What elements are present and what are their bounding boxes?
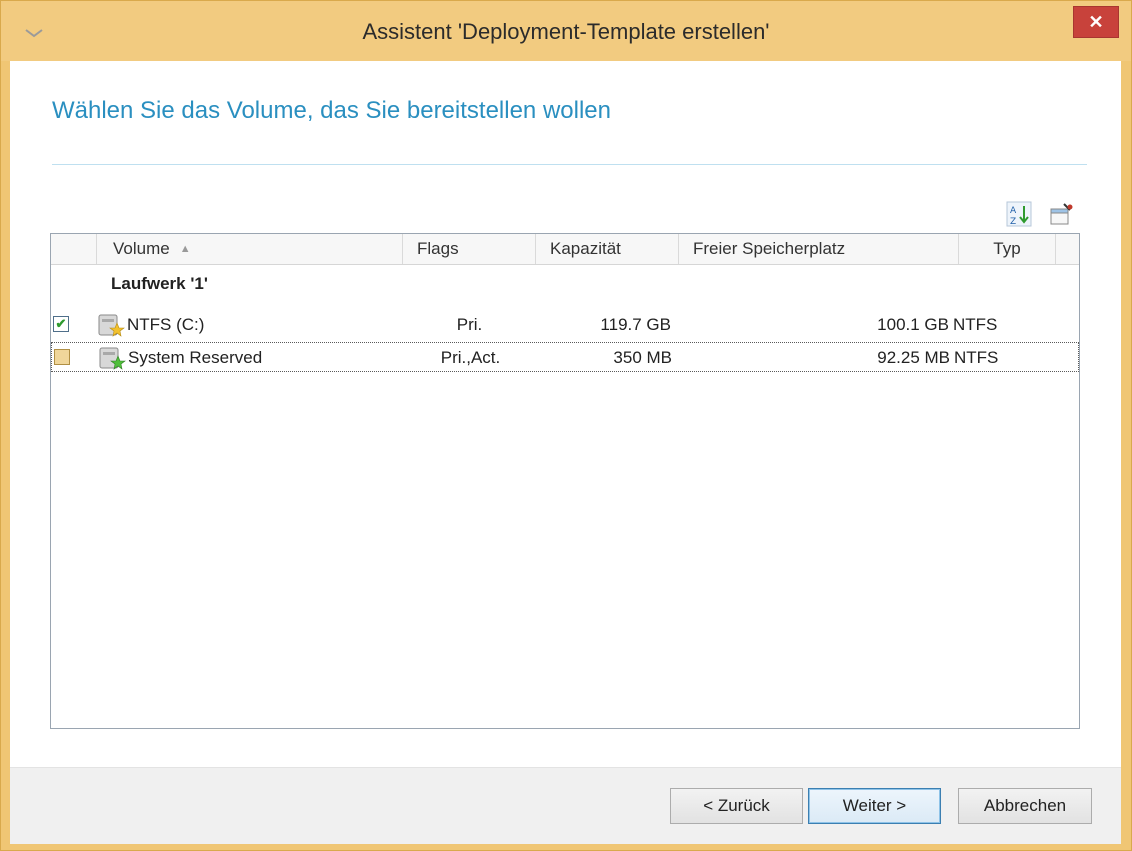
row-capacity: 119.7 GB <box>600 315 671 334</box>
properties-icon[interactable] <box>1048 201 1074 227</box>
sort-ascending-icon: ▲ <box>179 243 191 255</box>
next-button[interactable]: Weiter > <box>808 788 941 824</box>
drive-icon <box>98 314 125 337</box>
row-type: NTFS <box>953 315 998 334</box>
cancel-button[interactable]: Abbrechen <box>958 788 1092 824</box>
page-title: Wählen Sie das Volume, das Sie bereitste… <box>52 97 611 124</box>
volume-list[interactable]: Volume ▲ Flags Kapazität Freier Speicherp… <box>50 233 1080 729</box>
sort-az-icon[interactable]: A Z <box>1006 201 1032 227</box>
group-header-drive-1: Laufwerk '1' <box>111 274 208 293</box>
column-header-flags[interactable]: Flags <box>403 234 536 264</box>
row-volume-name: NTFS (C:) <box>127 315 205 334</box>
row-volume-name: System Reserved <box>128 348 263 367</box>
column-header-free-space[interactable]: Freier Speicherplatz <box>679 234 959 264</box>
close-button[interactable]: ✕ <box>1073 6 1119 38</box>
row-free-space: 100.1 GB <box>877 315 949 334</box>
row-checkbox-unchecked[interactable] <box>54 349 70 365</box>
window-title: Assistent 'Deployment-Template erstellen… <box>362 19 770 44</box>
checkmark-icon: ✔ <box>55 316 67 331</box>
row-type: NTFS <box>954 348 999 367</box>
column-header-capacity[interactable]: Kapazität <box>536 234 679 264</box>
wizard-window: Assistent 'Deployment-Template erstellen… <box>0 0 1132 851</box>
back-button[interactable]: < Zurück <box>670 788 803 824</box>
column-header-row: Volume ▲ Flags Kapazität Freier Speicherp… <box>51 234 1079 265</box>
heading-divider <box>52 164 1087 165</box>
column-header-type[interactable]: Typ <box>959 234 1056 264</box>
column-header-filler <box>1056 234 1079 264</box>
svg-text:Z: Z <box>1010 217 1016 227</box>
title-bar[interactable]: Assistent 'Deployment-Template erstellen… <box>1 1 1131 61</box>
table-row[interactable]: System Reserved Pri.,Act. 350 MB 92.25 M… <box>51 342 1079 372</box>
row-checkbox-checked[interactable]: ✔ <box>53 316 69 332</box>
table-row[interactable]: ✔ NTFS (C:) Pri. 119.7 GB 100.1 GB NTFS <box>51 310 1079 340</box>
button-bar: < Zurück Weiter > Abbrechen <box>10 767 1121 844</box>
wizard-content: Wählen Sie das Volume, das Sie bereitste… <box>10 61 1121 844</box>
close-icon: ✕ <box>1088 11 1104 32</box>
row-flags: Pri. <box>456 315 483 334</box>
column-header-volume[interactable]: Volume ▲ <box>97 234 403 264</box>
drive-active-icon <box>99 347 126 370</box>
row-flags: Pri.,Act. <box>440 348 501 367</box>
column-header-checkbox[interactable] <box>51 234 97 264</box>
row-free-space: 92.25 MB <box>877 348 950 367</box>
svg-text:A: A <box>1010 206 1017 216</box>
row-capacity: 350 MB <box>613 348 672 367</box>
column-header-volume-label: Volume <box>113 239 170 258</box>
